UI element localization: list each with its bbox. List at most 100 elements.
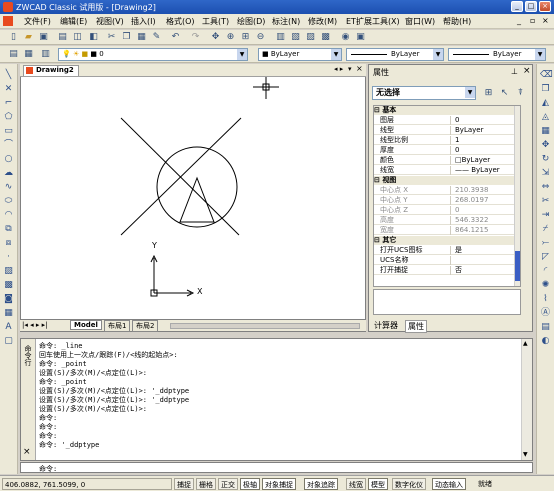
snap-toggle[interactable]: 捕捉 bbox=[174, 478, 194, 490]
array-icon[interactable]: ▦ bbox=[540, 126, 551, 137]
menu-draw[interactable]: 绘图(D) bbox=[237, 16, 265, 27]
tab-layout2[interactable]: 布局2 bbox=[132, 320, 159, 332]
extend-icon[interactable]: ⇥ bbox=[540, 210, 551, 221]
pan-icon[interactable]: ✥ bbox=[210, 32, 221, 43]
ellipse-icon[interactable]: ⬭ bbox=[3, 196, 14, 207]
mirror-icon[interactable]: ◭ bbox=[540, 98, 551, 109]
document-icon[interactable] bbox=[3, 16, 13, 26]
menu-edit[interactable]: 编辑(E) bbox=[60, 16, 87, 27]
paste-icon[interactable]: ▦ bbox=[136, 32, 147, 43]
edit-polyline-icon[interactable]: ⌇ bbox=[540, 294, 551, 305]
line-icon[interactable]: ╲ bbox=[3, 70, 14, 81]
object-tracking-toggle[interactable]: 对象追踪 bbox=[304, 478, 338, 490]
menu-help[interactable]: 帮助(H) bbox=[443, 16, 471, 27]
dynamic-input-toggle[interactable]: 动态输入 bbox=[432, 478, 466, 490]
redo-icon[interactable]: ↷ bbox=[190, 32, 201, 43]
command-scrollbar[interactable]: ▲ ▼ bbox=[521, 339, 532, 460]
object-snap-toggle[interactable]: 对象捕捉 bbox=[262, 478, 296, 490]
layer-manager-icon[interactable]: ▤ bbox=[8, 49, 19, 60]
tab-layout1[interactable]: 布局1 bbox=[104, 320, 131, 332]
command-close-icon[interactable]: × bbox=[23, 447, 31, 457]
document-close-icon[interactable]: × bbox=[356, 64, 363, 73]
rotate-icon[interactable]: ↻ bbox=[540, 154, 551, 165]
wipeout-icon[interactable]: ▢ bbox=[3, 336, 14, 347]
tab-scroll-icon[interactable]: ◂ ▸ bbox=[334, 65, 343, 73]
erase-icon[interactable]: ⌫ bbox=[540, 70, 553, 81]
print-preview-icon[interactable]: ◫ bbox=[72, 32, 83, 43]
toggle-pickadd-icon[interactable]: ⊞ bbox=[483, 88, 494, 99]
stretch-icon[interactable]: ⇔ bbox=[540, 182, 551, 193]
property-row[interactable]: 颜色 □ByLayer bbox=[374, 156, 520, 165]
move-icon[interactable]: ✥ bbox=[540, 140, 551, 151]
ortho-toggle[interactable]: 正交 bbox=[218, 478, 238, 490]
polyline-icon[interactable]: ⌐ bbox=[3, 98, 14, 109]
tablet-toggle[interactable]: 数字化仪 bbox=[392, 478, 426, 490]
polar-toggle[interactable]: 极轴 bbox=[240, 478, 260, 490]
scroll-down-icon[interactable]: ▼ bbox=[523, 451, 528, 458]
property-row[interactable]: 宽度 864.1215 bbox=[374, 226, 520, 235]
property-row[interactable]: UCS名称 bbox=[374, 256, 520, 265]
maximize-button[interactable]: □ bbox=[525, 1, 537, 12]
circle-icon[interactable]: ○ bbox=[3, 154, 14, 165]
zoom-extents-icon[interactable]: ▣ bbox=[355, 32, 366, 43]
lineweight-toggle[interactable]: 线宽 bbox=[346, 478, 366, 490]
menu-tools[interactable]: 工具(T) bbox=[202, 16, 229, 27]
app-icon[interactable] bbox=[3, 2, 13, 12]
chamfer-icon[interactable]: ◸ bbox=[540, 252, 551, 263]
polygon-icon[interactable]: ⬠ bbox=[3, 112, 14, 123]
table-icon[interactable]: ▦ bbox=[3, 308, 14, 319]
zoom-previous-icon[interactable]: ⊖ bbox=[255, 32, 266, 43]
menu-dimension[interactable]: 标注(N) bbox=[272, 16, 300, 27]
join-icon[interactable]: ⤚ bbox=[540, 238, 551, 249]
copy-icon[interactable]: ❐ bbox=[121, 32, 132, 43]
print-icon[interactable]: ▤ bbox=[57, 32, 68, 43]
scroll-up-icon[interactable]: ▲ bbox=[523, 340, 528, 347]
collapse-icon[interactable]: ⊟ bbox=[374, 106, 380, 114]
zoom-realtime-icon[interactable]: ⊕ bbox=[225, 32, 236, 43]
rectangle-icon[interactable]: ▭ bbox=[3, 126, 14, 137]
region-icon[interactable]: ◙ bbox=[3, 294, 14, 305]
ellipse-arc-icon[interactable]: ◠ bbox=[3, 210, 14, 221]
coordinate-display[interactable]: 406.0882, 761.5099, 0 bbox=[2, 478, 172, 490]
point-icon[interactable]: · bbox=[3, 252, 14, 263]
chevron-down-icon[interactable]: ▼ bbox=[465, 87, 475, 98]
tool-palette-icon[interactable]: ▨ bbox=[305, 32, 316, 43]
close-button[interactable]: × bbox=[539, 1, 551, 12]
zoom-window-icon[interactable]: ⊞ bbox=[240, 32, 251, 43]
properties-icon[interactable]: ▥ bbox=[275, 32, 286, 43]
property-row[interactable]: 中心点 Z0 bbox=[374, 206, 520, 215]
command-input[interactable]: 命令: bbox=[20, 462, 533, 473]
chevron-down-icon[interactable]: ▼ bbox=[331, 49, 341, 60]
explode-icon[interactable]: ✺ bbox=[540, 280, 551, 291]
color-dropdown[interactable]: ■ ByLayer ▼ bbox=[258, 48, 342, 61]
revision-cloud-icon[interactable]: ☁ bbox=[3, 168, 14, 179]
new-file-icon[interactable]: ▯ bbox=[8, 32, 19, 43]
open-folder-icon[interactable]: ▰ bbox=[23, 32, 34, 43]
collapse-icon[interactable]: ⊟ bbox=[374, 176, 380, 184]
trim-icon[interactable]: ✂ bbox=[540, 196, 551, 207]
menu-window[interactable]: 窗口(W) bbox=[405, 16, 435, 27]
layout-nav-icon[interactable]: |◂ ◂ ▸ ▸| bbox=[22, 321, 47, 329]
menu-modify[interactable]: 修改(M) bbox=[308, 16, 337, 27]
chevron-down-icon[interactable]: ▼ bbox=[433, 49, 443, 60]
layer-dropdown[interactable]: 💡 ☀ ■ ■ 0 ▼ bbox=[58, 48, 248, 61]
menu-view[interactable]: 视图(V) bbox=[96, 16, 124, 27]
section-basic[interactable]: ⊟ 基本 bbox=[374, 106, 520, 115]
layer-state-icon[interactable]: ▥ bbox=[40, 49, 51, 60]
help-icon[interactable]: ◉ bbox=[340, 32, 351, 43]
horizontal-scrollbar[interactable] bbox=[170, 323, 360, 329]
mdi-close-button[interactable]: × bbox=[542, 16, 549, 25]
select-objects-icon[interactable]: ↖ bbox=[499, 88, 510, 99]
cut-icon[interactable]: ✂ bbox=[106, 32, 117, 43]
palette-pin-icon[interactable]: ⊥ bbox=[511, 67, 518, 76]
arc-icon[interactable]: ⌒ bbox=[3, 140, 14, 151]
tab-model[interactable]: Model bbox=[70, 320, 102, 330]
properties-palette-icon[interactable]: ▤ bbox=[540, 322, 551, 333]
chevron-down-icon[interactable]: ▼ bbox=[535, 49, 545, 60]
menu-et-tools[interactable]: ET扩展工具(X) bbox=[346, 16, 400, 27]
layer-previous-icon[interactable]: ▦ bbox=[23, 49, 34, 60]
scrollbar-thumb[interactable] bbox=[515, 251, 520, 281]
collapse-icon[interactable]: ⊟ bbox=[374, 236, 380, 244]
selection-dropdown[interactable]: 无选择 ▼ bbox=[372, 86, 476, 100]
model-toggle[interactable]: 模型 bbox=[368, 478, 388, 490]
